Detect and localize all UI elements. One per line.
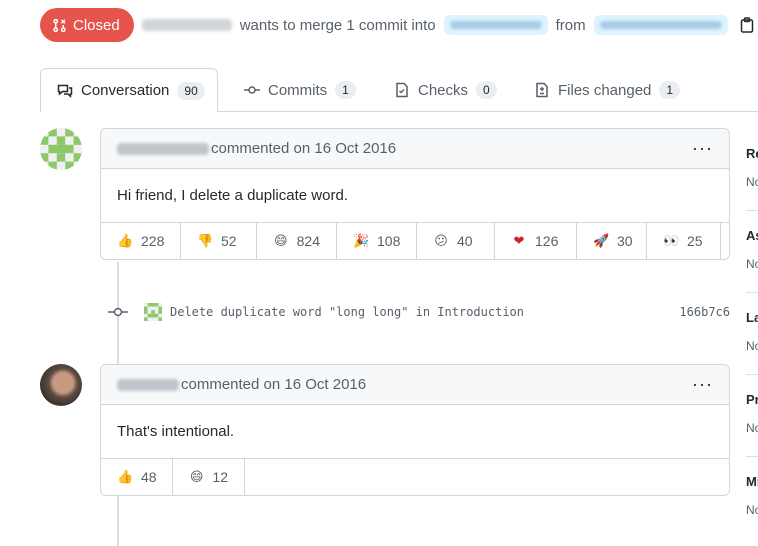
comment-body: Hi friend, I delete a duplicate word. [101,169,729,223]
sidebar-assignees[interactable]: As No [746,228,758,271]
commit-icon [108,307,128,317]
sidebar-title: As [746,228,758,243]
sidebar-reviewers[interactable]: Re No [746,146,758,189]
tab-label: Commits [268,81,328,99]
author-name-redacted[interactable] [141,19,232,31]
divider [746,456,758,457]
reactions-bar: 👍 228 👎 52 😄 824 🎉 108 😕 40 ❤ 126 🚀 30 👀 25 [101,223,729,259]
reaction-laugh[interactable]: 😄 12 [173,459,245,495]
reaction-eyes[interactable]: 👀 25 [647,223,721,259]
tab-commits[interactable]: Commits 1 [244,68,356,112]
confused-icon: 😕 [434,233,448,248]
reaction-count: 12 [212,469,228,485]
commit-message[interactable]: Delete duplicate word "long long" in Int… [170,305,524,319]
reaction-confused[interactable]: 😕 40 [417,223,495,259]
comment-card: commented on 16 Oct 2016 ··· That's inte… [100,364,730,496]
merge-description: wants to merge 1 commit into [239,16,436,34]
reaction-count: 228 [141,233,165,249]
avatar[interactable] [40,364,82,406]
thumbs-down-icon: 👎 [197,233,214,248]
clipboard-icon[interactable] [740,17,754,33]
reaction-count: 108 [377,233,401,249]
file-diff-icon [536,82,548,98]
reaction-rocket[interactable]: 🚀 30 [577,223,647,259]
sidebar-title: Re [746,146,758,161]
laugh-icon: 😄 [274,233,288,248]
state-badge: Closed [40,8,134,42]
comment-card: commented on 16 Oct 2016 ··· Hi friend, … [100,128,730,260]
commenter-name-redacted[interactable] [117,378,179,391]
reaction-count: 824 [296,233,320,249]
commit-icon [244,86,260,94]
sidebar-title: Mi [746,474,758,489]
tab-label: Files changed [558,81,652,99]
comment-header: commented on 16 Oct 2016 ··· [101,129,729,169]
head-branch[interactable] [593,15,728,35]
reaction-thumbs-up[interactable]: 👍 228 [101,223,181,259]
sidebar-labels[interactable]: La No [746,310,758,353]
identicon-icon [40,128,82,170]
tab-files-changed[interactable]: Files changed 1 [534,68,681,112]
checklist-icon [396,82,408,98]
comment-body: That's intentional. [101,405,729,459]
commenter-name-redacted[interactable] [117,142,209,155]
sidebar-value: No [746,339,758,353]
commit-event: Delete duplicate word "long long" in Int… [108,300,730,324]
base-branch[interactable] [443,15,548,35]
reaction-laugh[interactable]: 😄 824 [257,223,337,259]
divider [746,292,758,293]
reactions-bar: 👍 48 😄 12 [101,459,729,495]
reaction-count: 30 [617,233,633,249]
rocket-icon: 🚀 [593,233,610,248]
tab-counter: 1 [335,81,356,99]
reaction-heart[interactable]: ❤ 126 [495,223,577,259]
comment-meta[interactable]: commented on 16 Oct 2016 [211,140,396,157]
commit-sha[interactable]: 166b7c6 [679,305,730,319]
comment-header: commented on 16 Oct 2016 ··· [101,365,729,405]
heart-icon: ❤ [513,233,525,248]
reaction-thumbs-up[interactable]: 👍 48 [101,459,173,495]
tab-checks[interactable]: Checks 0 [394,68,497,112]
eyes-icon: 👀 [663,233,680,248]
avatar[interactable] [40,128,82,170]
reaction-count: 126 [535,233,559,249]
sidebar-value: No [746,175,758,189]
pr-header: Closed wants to merge 1 commit into from [40,8,754,42]
thumbs-up-icon: 👍 [117,233,134,248]
tab-label: Conversation [81,82,170,99]
pr-tabs: Conversation 90 Commits 1 Checks 0 Files… [40,68,758,113]
identicon-icon[interactable] [144,303,162,321]
tab-counter: 0 [476,81,497,99]
reaction-count: 40 [457,233,473,249]
kebab-menu-icon[interactable]: ··· [692,374,713,395]
from-label: from [555,16,586,34]
comment-discussion-icon [57,84,73,98]
tab-label: Checks [418,81,469,99]
sidebar-title: Pr [746,392,758,407]
reaction-count: 48 [141,469,157,485]
state-label: Closed [73,16,120,34]
sidebar-projects[interactable]: Pr No [746,392,758,435]
reaction-count: 52 [221,233,237,249]
tab-counter: 1 [659,81,681,99]
tab-conversation[interactable]: Conversation 90 [40,68,218,113]
divider [746,210,758,211]
comment-meta[interactable]: commented on 16 Oct 2016 [181,376,366,393]
sidebar-title: La [746,310,758,325]
laugh-icon: 😄 [189,469,204,484]
sidebar-milestone[interactable]: Mi No [746,474,758,517]
sidebar-value: No [746,421,758,435]
divider [746,374,758,375]
thumbs-up-icon: 👍 [117,469,134,484]
reaction-count: 25 [687,233,703,249]
kebab-menu-icon[interactable]: ··· [692,138,713,159]
tada-icon: 🎉 [353,233,370,248]
reaction-thumbs-down[interactable]: 👎 52 [181,223,257,259]
sidebar-value: No [746,503,758,517]
reaction-hooray[interactable]: 🎉 108 [337,223,417,259]
tab-counter: 90 [177,81,205,100]
sidebar-value: No [746,257,758,271]
git-pull-request-closed-icon [53,18,66,32]
